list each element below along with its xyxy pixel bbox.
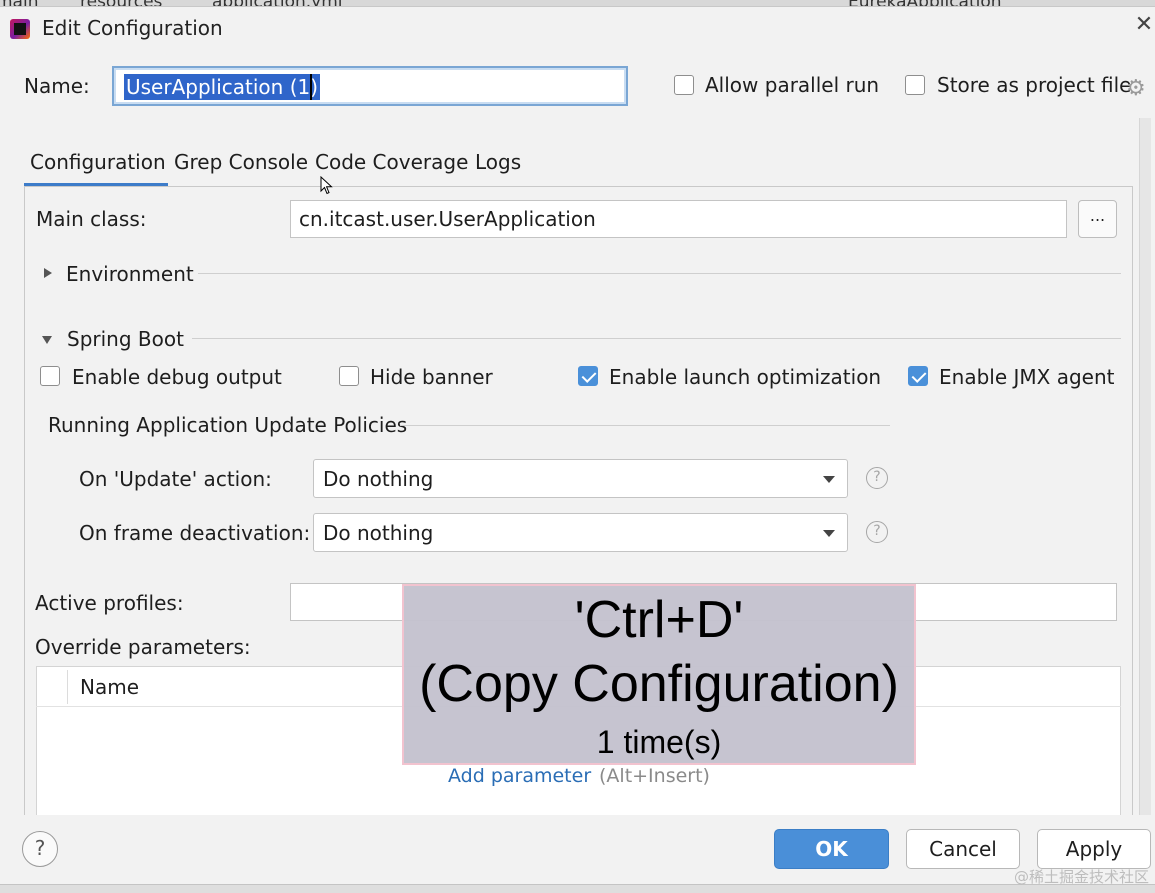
main-class-value: cn.itcast.user.UserApplication (299, 207, 596, 231)
store-as-project-file-label: Store as project file (937, 73, 1132, 97)
tab-code-coverage[interactable]: Code Coverage (315, 150, 468, 174)
text-caret (310, 74, 312, 100)
environment-expand-icon[interactable] (44, 268, 52, 278)
on-frame-deactivation-label: On frame deactivation: (79, 521, 311, 545)
name-input-value: UserApplication (1) (124, 74, 321, 100)
add-parameter-shortcut-hint: (Alt+Insert) (599, 765, 710, 787)
tab-configuration[interactable]: Configuration (30, 150, 166, 174)
shortcut-count: 1 time(s) (596, 724, 722, 760)
override-parameters-label: Override parameters: (35, 635, 251, 659)
enable-launch-optimization-checkbox[interactable] (578, 366, 598, 386)
chevron-down-icon (823, 530, 835, 537)
on-frame-deactivation-select[interactable]: Do nothing (313, 513, 848, 552)
table-column-separator (67, 670, 68, 704)
update-policies-separator (400, 425, 890, 426)
main-class-label: Main class: (36, 207, 147, 231)
name-label: Name: (24, 74, 90, 98)
cancel-button[interactable]: Cancel (906, 829, 1020, 869)
update-policies-title: Running Application Update Policies (48, 413, 408, 437)
mouse-pointer-icon (320, 176, 333, 195)
on-frame-deactivation-value: Do nothing (323, 521, 434, 545)
enable-debug-output-label: Enable debug output (72, 365, 282, 389)
main-class-input[interactable]: cn.itcast.user.UserApplication (290, 200, 1067, 238)
on-update-action-select[interactable]: Do nothing (313, 459, 848, 498)
help-button[interactable]: ? (22, 831, 58, 867)
chevron-down-icon (823, 476, 835, 483)
environment-separator (198, 273, 1121, 274)
spring-boot-section-toggle[interactable]: Spring Boot (67, 327, 184, 351)
on-update-help-icon[interactable]: ? (866, 467, 888, 489)
close-icon[interactable]: ✕ (1133, 12, 1155, 37)
apply-button[interactable]: Apply (1037, 829, 1151, 869)
dialog-title: Edit Configuration (42, 16, 223, 40)
on-update-action-value: Do nothing (323, 467, 434, 491)
store-as-project-file-checkbox[interactable] (905, 75, 925, 95)
tab-logs[interactable]: Logs (475, 150, 521, 174)
enable-launch-optimization-label: Enable launch optimization (609, 365, 882, 389)
dialog-scrollbar[interactable] (1139, 118, 1151, 818)
enable-jmx-agent-label: Enable JMX agent (939, 365, 1115, 389)
shortcut-keys: 'Ctrl+D' (574, 591, 744, 649)
watermark: @稀土掘金技术社区 (1014, 868, 1150, 886)
spring-boot-collapse-icon[interactable] (42, 336, 52, 344)
intellij-idea-icon (10, 19, 30, 39)
shortcut-action: (Copy Configuration) (419, 655, 899, 713)
allow-parallel-run-label: Allow parallel run (705, 73, 880, 97)
spring-boot-separator (192, 338, 1121, 339)
enable-jmx-agent-checkbox[interactable] (908, 366, 928, 386)
hide-banner-checkbox[interactable] (339, 366, 359, 386)
add-parameter-link[interactable]: Add parameter (448, 765, 591, 787)
table-header-name[interactable]: Name (80, 675, 139, 699)
browse-main-class-button[interactable]: ... (1078, 200, 1117, 238)
ok-button[interactable]: OK (774, 829, 889, 869)
on-update-action-label: On 'Update' action: (79, 467, 272, 491)
name-input[interactable]: UserApplication (1) (112, 66, 628, 106)
window-bottom-edge (0, 884, 1155, 893)
allow-parallel-run-checkbox[interactable] (674, 75, 694, 95)
gear-icon[interactable]: ⚙ (1126, 76, 1146, 101)
active-profiles-label: Active profiles: (35, 591, 184, 615)
on-frame-deactivation-help-icon[interactable]: ? (866, 521, 888, 543)
enable-debug-output-checkbox[interactable] (40, 366, 60, 386)
hide-banner-label: Hide banner (370, 365, 493, 389)
tab-grep-console[interactable]: Grep Console (174, 150, 308, 174)
shortcut-overlay: 'Ctrl+D' (Copy Configuration) 1 time(s) (402, 584, 916, 765)
environment-section-toggle[interactable]: Environment (66, 262, 194, 286)
